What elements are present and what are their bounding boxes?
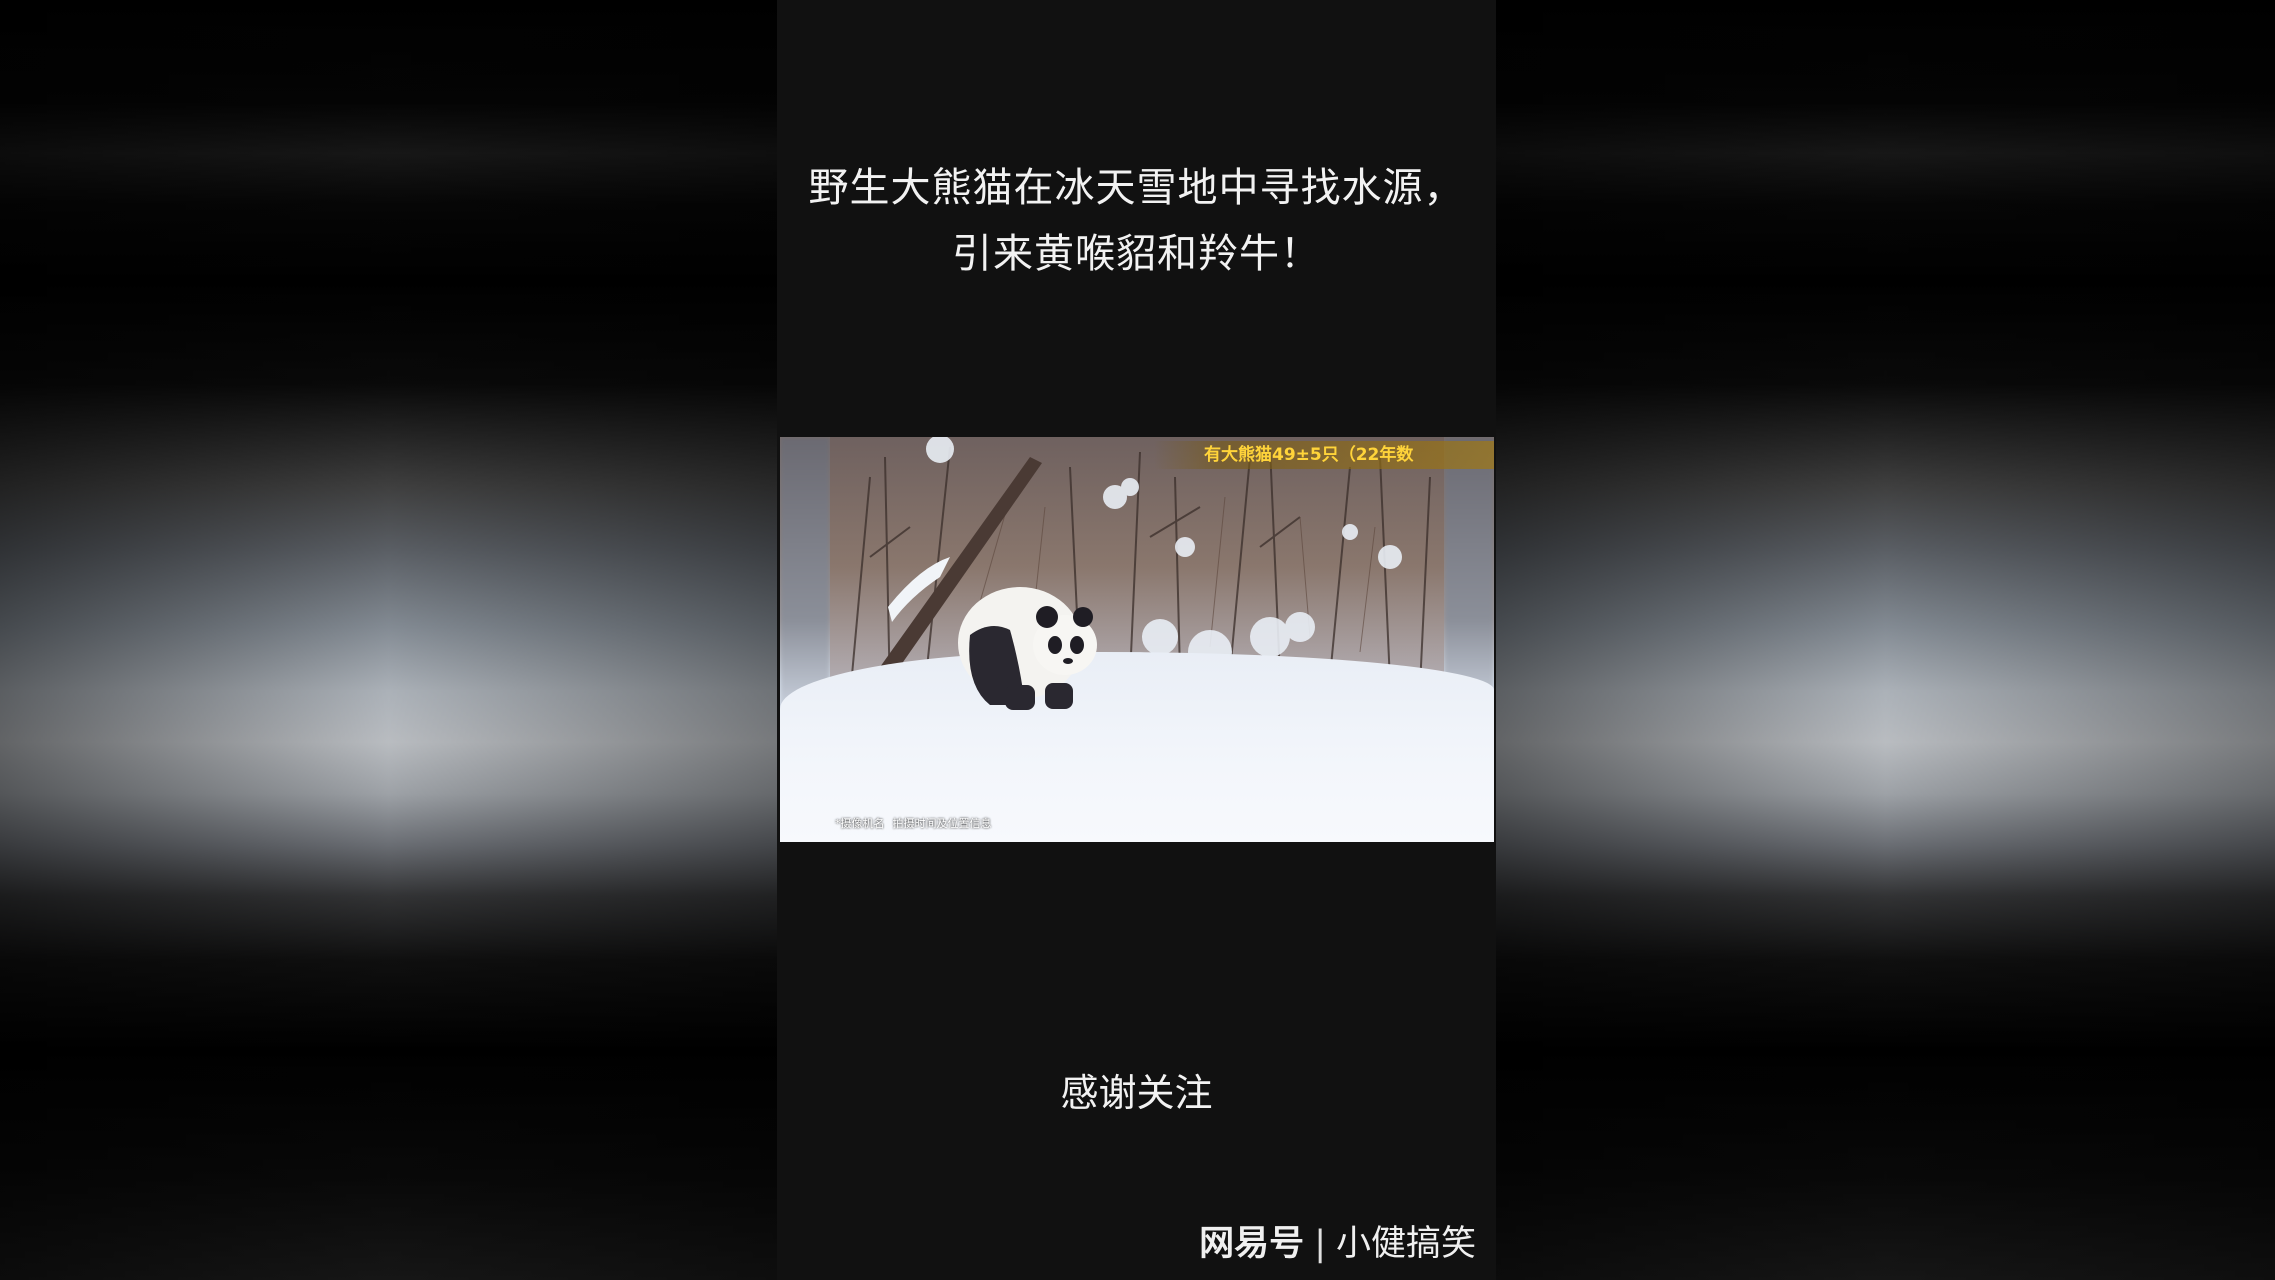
snow-ground: [780, 652, 1494, 842]
camera-info: *摄像机名 拍摄时间及位置信息: [835, 818, 992, 830]
camera-info-details: 拍摄时间及位置信息: [892, 817, 992, 830]
panda-figure: [958, 587, 1097, 710]
camera-info-name: *摄像机名: [835, 817, 885, 830]
watermark-channel: 小健搞笑: [1335, 1224, 1476, 1264]
video-column: 野生大熊猫在冰天雪地中寻找水源，引来黄喉貂和羚牛！ 有大熊猫49±5只（22年数…: [777, 0, 1496, 1280]
watermark-brand: 网易号: [1199, 1224, 1305, 1264]
video-player[interactable]: 野生大熊猫在冰天雪地中寻找水源，引来黄喉貂和羚牛！ 有大熊猫49±5只（22年数…: [0, 0, 2275, 1280]
blurred-background-right: [1496, 0, 2275, 1280]
blurred-background-left: [0, 0, 777, 1280]
video-frame[interactable]: 有大熊猫49±5只（22年数 *摄像机名 拍摄时间及位置信息: [780, 437, 1494, 842]
video-title: 野生大熊猫在冰天雪地中寻找水源，引来黄喉貂和羚牛！: [808, 165, 1465, 277]
news-banner: 有大熊猫49±5只（22年数: [1154, 441, 1494, 469]
watermark-separator: |: [1314, 1224, 1326, 1264]
channel-watermark: 网易号 | 小健搞笑: [1199, 1222, 1476, 1266]
closing-caption: 感谢关注: [1060, 1071, 1213, 1115]
